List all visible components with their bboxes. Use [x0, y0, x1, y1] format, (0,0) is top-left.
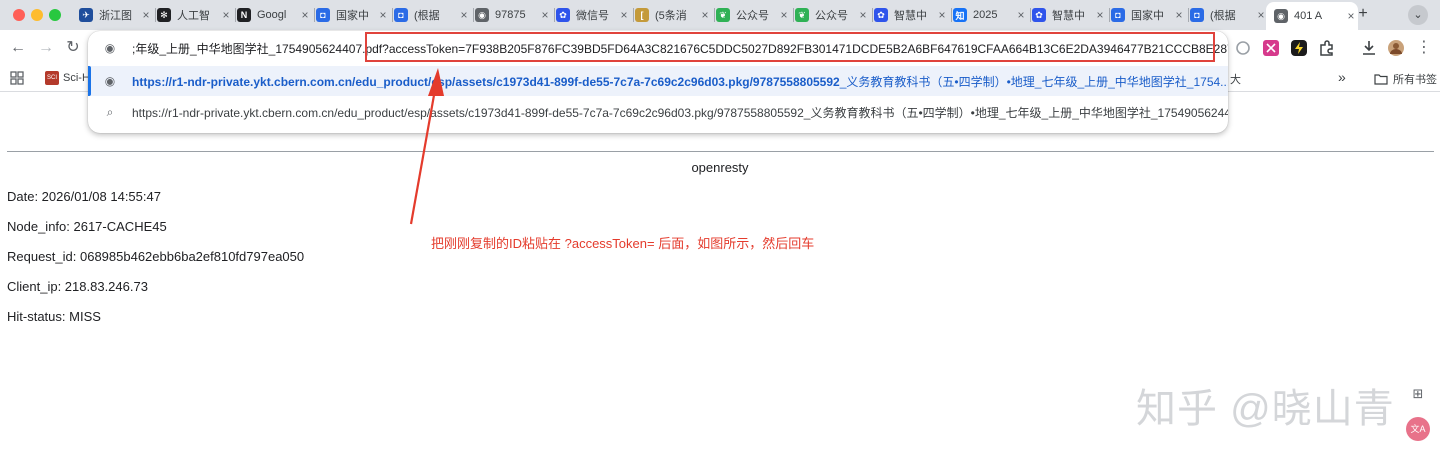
qr-code-icon[interactable]: ⊞ — [1408, 386, 1428, 406]
watermark: 知乎 @晓山青 — [1136, 387, 1395, 431]
translate-float-icon[interactable]: 文A — [1406, 417, 1430, 441]
annotation-text: 把刚刚复制的ID粘贴在 ?accessToken= 后面，如图所示，然后回车 — [431, 236, 815, 251]
